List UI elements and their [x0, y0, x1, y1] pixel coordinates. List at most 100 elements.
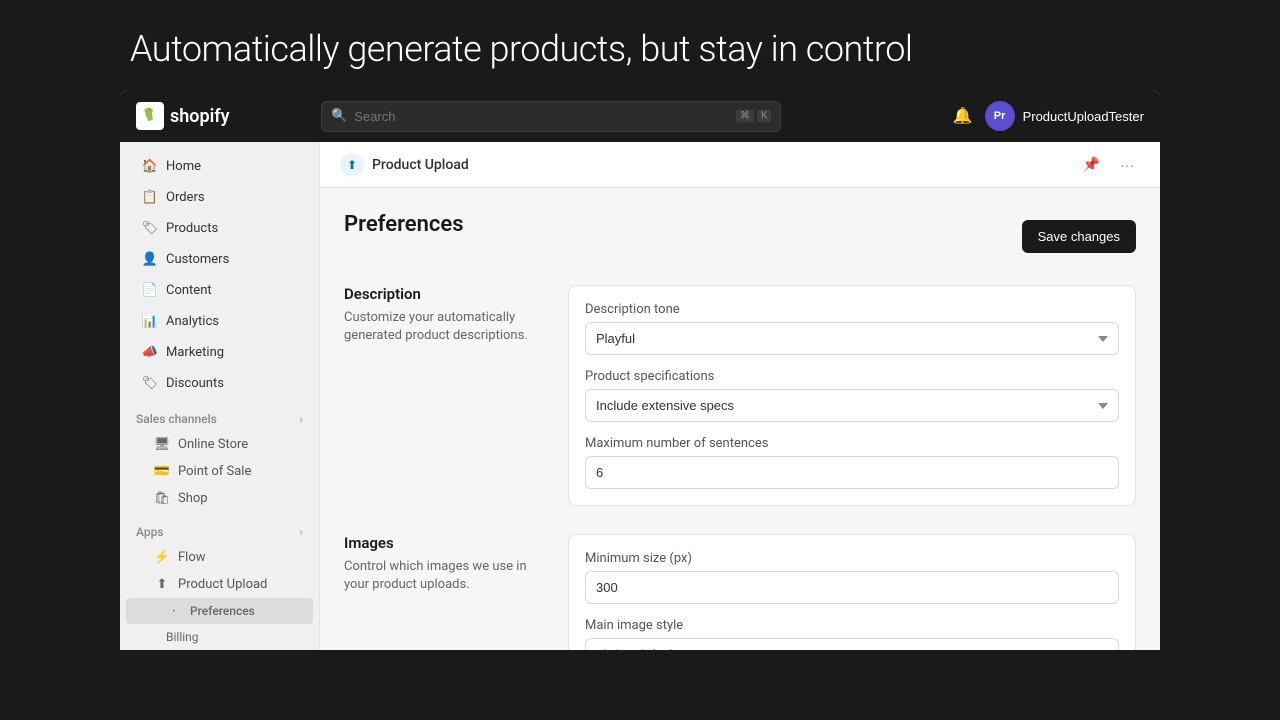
sidebar-item-customers-label: Customers [166, 252, 229, 267]
sidebar-item-home-label: Home [166, 159, 201, 174]
sidebar-item-customers[interactable]: 👤 Customers [126, 244, 313, 274]
avatar: Pr [985, 101, 1015, 131]
description-section-left: Description Customize your automatically… [344, 285, 544, 506]
shopify-logo[interactable]: shopify [136, 102, 230, 130]
sidebar-item-marketing[interactable]: 📣 Marketing [126, 337, 313, 367]
description-section: Description Customize your automatically… [344, 285, 1136, 506]
sidebar-item-shop-label: Shop [178, 491, 208, 506]
product-upload-icon: ⬆ [154, 576, 170, 592]
preferences-dot-icon: · [166, 603, 182, 619]
images-label: Images [344, 534, 544, 552]
sidebar-item-flow-label: Flow [178, 550, 206, 565]
username-label: ProductUploadTester [1023, 109, 1144, 124]
app-header-actions: 📌 ··· [1077, 152, 1140, 177]
sidebar-item-content-label: Content [166, 283, 212, 298]
sidebar-item-preferences-label: Preferences [190, 604, 255, 618]
image-style-select[interactable]: Listing default Square crop Original [585, 638, 1119, 650]
apps-header[interactable]: Apps › [120, 517, 319, 543]
tone-label: Description tone [585, 302, 1119, 317]
page-content: Preferences Save changes Description Cus… [320, 188, 1160, 650]
marketing-icon: 📣 [142, 344, 158, 360]
specs-label: Product specifications [585, 369, 1119, 384]
search-input[interactable] [321, 101, 781, 132]
min-size-input[interactable] [585, 571, 1119, 604]
image-style-field-group: Main image style Listing default Square … [585, 618, 1119, 650]
sidebar-item-billing[interactable]: Billing [126, 625, 313, 649]
app-title-row: ⬆ Product Upload [340, 153, 469, 177]
description-text: Customize your automatically generated p… [344, 309, 544, 345]
images-description-text: Control which images we use in your prod… [344, 558, 544, 594]
images-section: Images Control which images we use in yo… [344, 534, 1136, 650]
sidebar-nav: 🏠 Home 📋 Orders 🏷 Products 👤 Customers [120, 150, 319, 650]
sentences-field-group: Maximum number of sentences [585, 436, 1119, 489]
app-title: Product Upload [372, 157, 469, 173]
sidebar-item-preferences[interactable]: · Preferences [126, 598, 313, 624]
online-store-icon: 🖥 [154, 436, 170, 452]
sidebar-item-analytics-label: Analytics [166, 314, 219, 329]
orders-icon: 📋 [142, 189, 158, 205]
sidebar-item-billing-label: Billing [166, 630, 199, 644]
sidebar-item-orders[interactable]: 📋 Orders [126, 182, 313, 212]
flow-icon: ⚡ [154, 549, 170, 565]
sidebar-item-product-upload-label: Product Upload [178, 577, 267, 592]
pin-button[interactable]: 📌 [1077, 152, 1106, 177]
sidebar-item-shop[interactable]: 🛍 Shop [126, 485, 313, 511]
sentences-input[interactable] [585, 456, 1119, 489]
user-menu-button[interactable]: Pr ProductUploadTester [985, 101, 1144, 131]
sales-channels-header[interactable]: Sales channels › [120, 404, 319, 430]
sidebar: 🏠 Home 📋 Orders 🏷 Products 👤 Customers [120, 142, 320, 650]
min-size-field-group: Minimum size (px) [585, 551, 1119, 604]
main-layout: 🏠 Home 📋 Orders 🏷 Products 👤 Customers [120, 142, 1160, 650]
sidebar-item-online-store-label: Online Store [178, 437, 248, 452]
sidebar-item-analytics[interactable]: 📊 Analytics [126, 306, 313, 336]
shopify-logo-icon [136, 102, 164, 130]
shopify-shell: shopify 🔍 ⌘ K 🔔 Pr ProductUploadTester [120, 90, 1160, 650]
app-header: ⬆ Product Upload 📌 ··· [320, 142, 1160, 188]
description-label: Description [344, 285, 544, 303]
sidebar-item-home[interactable]: 🏠 Home [126, 151, 313, 181]
home-icon: 🏠 [142, 158, 158, 174]
min-size-label: Minimum size (px) [585, 551, 1119, 566]
sidebar-item-discounts[interactable]: 🏷 Discounts [126, 368, 313, 398]
k-key: K [757, 110, 771, 123]
sidebar-item-online-store[interactable]: 🖥 Online Store [126, 431, 313, 457]
search-icon: 🔍 [331, 109, 347, 124]
sidebar-item-products[interactable]: 🏷 Products [126, 213, 313, 243]
specs-select[interactable]: Include extensive specs Include minimal … [585, 389, 1119, 422]
page-header-row: Preferences Save changes [344, 212, 1136, 261]
sidebar-item-flow[interactable]: ⚡ Flow [126, 544, 313, 570]
cmd-key: ⌘ [736, 110, 754, 123]
sidebar-item-marketing-label: Marketing [166, 345, 224, 360]
search-shortcut: ⌘ K [736, 110, 771, 123]
notifications-button[interactable]: 🔔 [953, 106, 973, 126]
image-style-label: Main image style [585, 618, 1119, 633]
sidebar-item-orders-label: Orders [166, 190, 205, 205]
pos-icon: 💳 [154, 463, 170, 479]
sentences-label: Maximum number of sentences [585, 436, 1119, 451]
app-icon: ⬆ [340, 153, 364, 177]
tone-select[interactable]: Playful Professional Friendly Formal [585, 322, 1119, 355]
sidebar-wrapper: 🏠 Home 📋 Orders 🏷 Products 👤 Customers [120, 150, 319, 642]
sidebar-item-point-of-sale-label: Point of Sale [178, 464, 251, 479]
sidebar-item-products-label: Products [166, 221, 218, 236]
sidebar-item-point-of-sale[interactable]: 💳 Point of Sale [126, 458, 313, 484]
shop-icon: 🛍 [154, 490, 170, 506]
save-changes-button[interactable]: Save changes [1022, 220, 1136, 253]
content-icon: 📄 [142, 282, 158, 298]
shopify-logo-text: shopify [170, 106, 230, 127]
content-area: ⬆ Product Upload 📌 ··· Preferences Save … [320, 142, 1160, 650]
hero-headline: Automatically generate products, but sta… [0, 0, 1280, 90]
analytics-icon: 📊 [142, 313, 158, 329]
search-bar-container: 🔍 ⌘ K [321, 101, 781, 132]
images-section-right: Minimum size (px) Main image style Listi… [568, 534, 1136, 650]
sidebar-item-content[interactable]: 📄 Content [126, 275, 313, 305]
sidebar-item-product-upload[interactable]: ⬆ Product Upload [126, 571, 313, 597]
products-icon: 🏷 [142, 220, 158, 236]
apps-label: Apps [136, 525, 164, 539]
tone-field-group: Description tone Playful Professional Fr… [585, 302, 1119, 355]
more-button[interactable]: ··· [1114, 153, 1140, 177]
discounts-icon: 🏷 [142, 375, 158, 391]
page-title: Preferences [344, 212, 464, 237]
apps-chevron-icon: › [299, 525, 303, 539]
description-section-right: Description tone Playful Professional Fr… [568, 285, 1136, 506]
